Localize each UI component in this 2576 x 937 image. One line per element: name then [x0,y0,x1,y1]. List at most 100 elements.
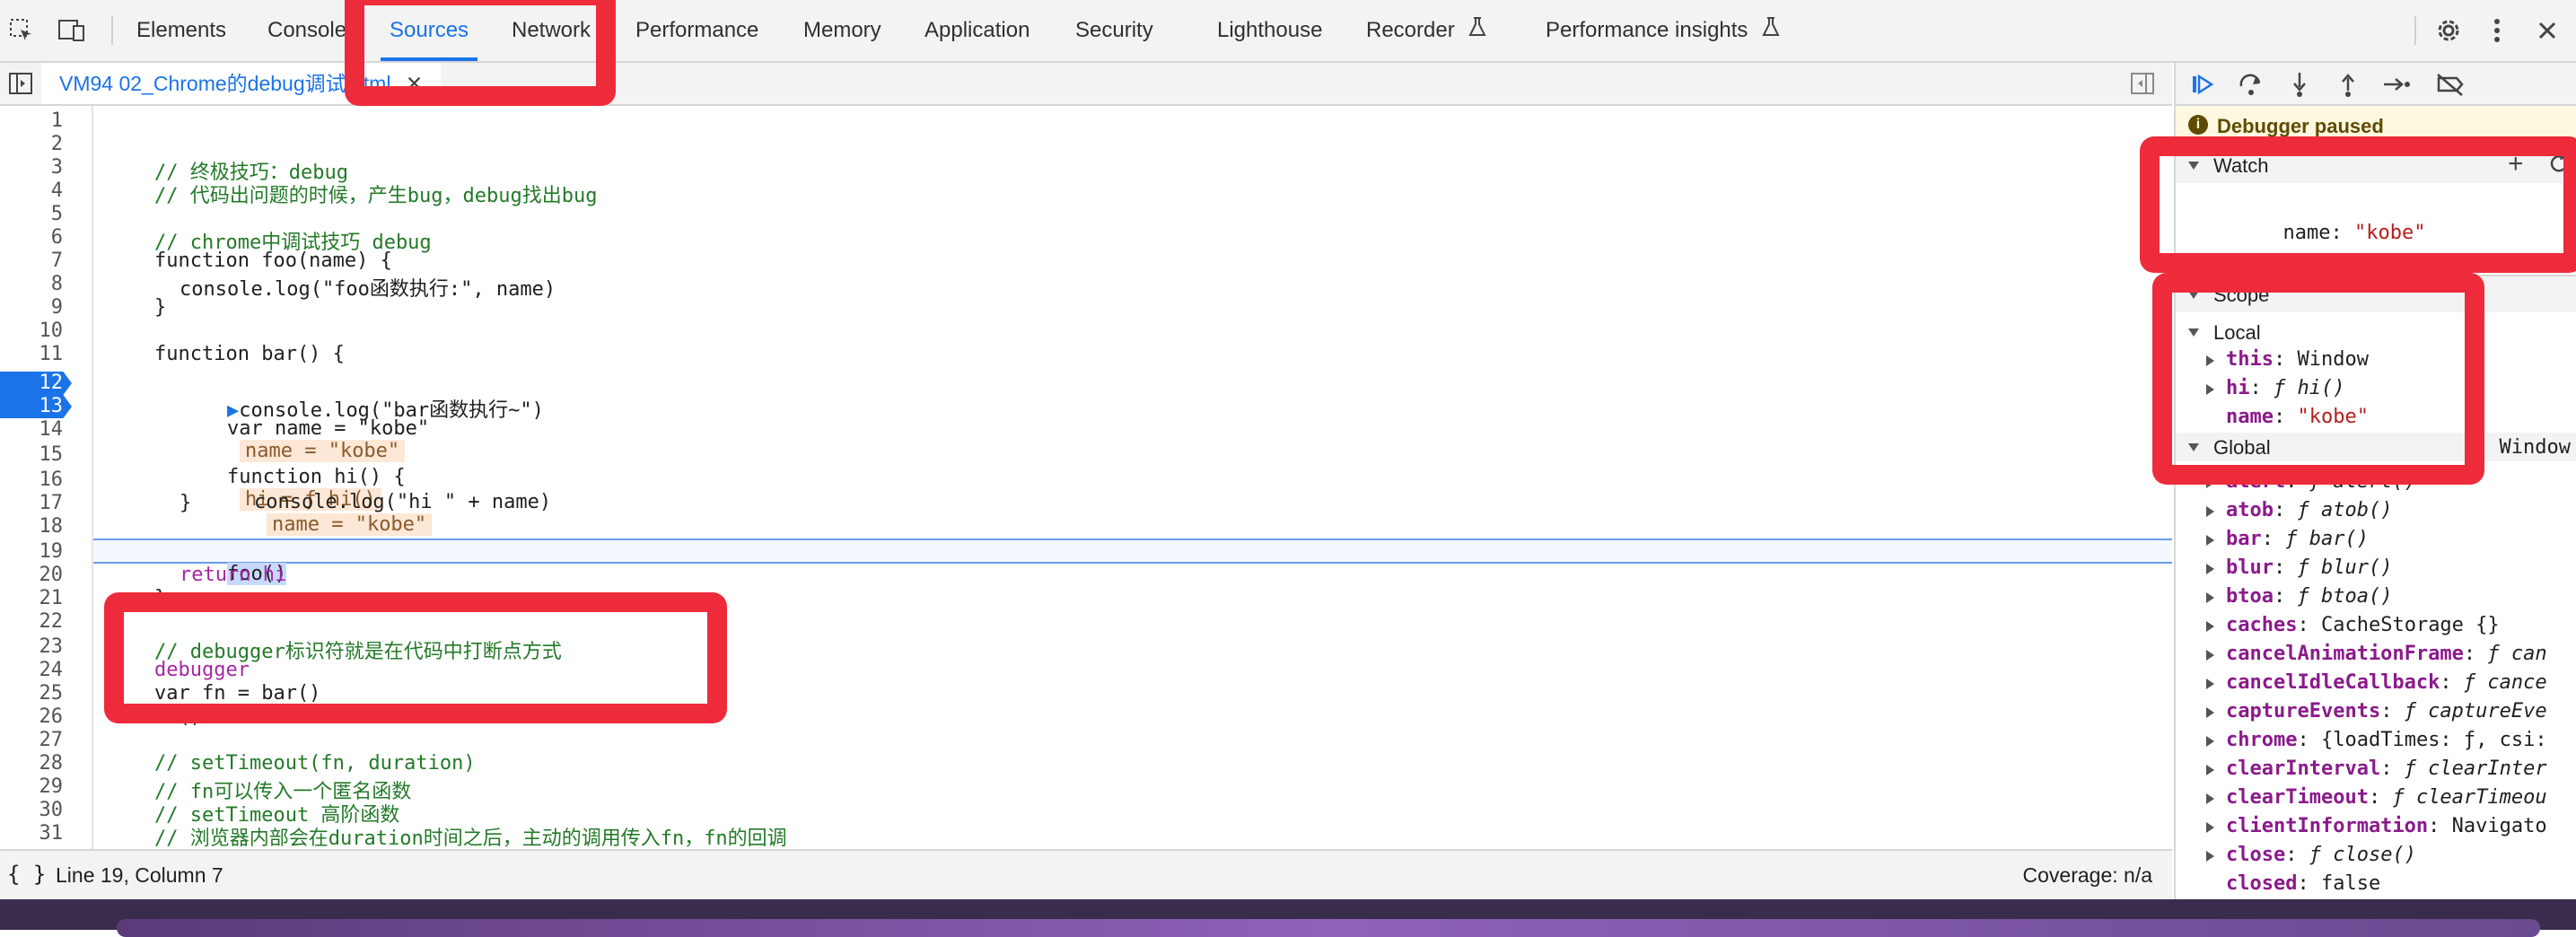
tab-security[interactable]: Security [1075,0,1153,61]
property-value: ƒ close() [2309,844,2416,866]
tab-recorder[interactable]: Recorder [1366,0,1487,61]
scope-property[interactable]: caches: CacheStorage {} [2176,612,2576,641]
scope-property[interactable]: chrome: {loadTimes: ƒ, csi: [2176,727,2576,756]
line-number[interactable]: 11 [39,343,64,366]
coverage-status[interactable]: Coverage: n/a [2023,863,2152,888]
annotation-box-scope [2152,273,2484,485]
scope-property[interactable]: clearTimeout: ƒ clearTimeou [2176,784,2576,813]
tab-memory[interactable]: Memory [803,0,881,61]
line-number[interactable]: 18 [39,515,64,539]
scope-property[interactable]: captureEvents: ƒ captureEve [2176,698,2576,727]
step-out-icon[interactable] [2332,68,2364,101]
line-number[interactable]: 23 [39,635,64,659]
tab-elements[interactable]: Elements [136,0,226,61]
line-number[interactable]: 7 [51,250,63,273]
cursor-position: Line 19, Column 7 [56,863,223,887]
kebab-menu-icon[interactable] [2479,13,2515,48]
line-number[interactable]: 2 [51,133,63,156]
line-number[interactable]: 6 [51,226,63,250]
line-number[interactable]: 16 [39,468,64,492]
tab-performance[interactable]: Performance [635,0,758,61]
property-value: ƒ blur() [2297,556,2393,579]
line-number[interactable]: 27 [39,729,64,752]
deactivate-breakpoints-icon[interactable] [2434,68,2466,101]
line-number[interactable]: 8 [51,273,63,296]
tab-recorder-label: Recorder [1366,18,1455,42]
line-number[interactable]: 13 [39,395,64,418]
line-number[interactable]: 29 [39,775,64,799]
global-value: Window [2499,436,2571,459]
line-number[interactable]: 4 [51,180,63,203]
code-line: function foo(name) { [154,250,392,272]
dock-glow [117,919,2540,937]
pretty-print-icon[interactable]: { } [7,862,46,887]
line-number[interactable]: 24 [39,659,64,682]
scope-property[interactable]: close: ƒ close() [2176,842,2576,871]
device-toolbar-icon[interactable] [54,13,90,48]
expand-triangle-icon [2206,679,2214,689]
property-name: clearInterval [2226,757,2381,780]
scope-property[interactable]: cancelAnimationFrame: ƒ can [2176,641,2576,670]
line-number[interactable]: 12 [39,372,64,395]
info-icon: i [2188,115,2208,135]
line-number[interactable]: 3 [51,156,63,180]
line-number[interactable]: 20 [39,564,64,587]
expand-triangle-icon [2206,564,2214,574]
line-number[interactable]: 1 [51,109,63,133]
inspect-icon[interactable] [4,13,39,48]
tab-console[interactable]: Console [267,0,346,61]
line-number[interactable]: 30 [39,799,64,822]
settings-icon[interactable] [2431,13,2466,48]
tab-performance-insights[interactable]: Performance insights [1546,0,1781,61]
property-value: CacheStorage {} [2320,614,2500,636]
current-execution-line [93,539,2172,564]
property-value: ƒ captureEve [2404,700,2547,722]
expand-triangle-icon [2206,707,2214,718]
resume-icon[interactable] [2186,68,2219,101]
desktop-background [0,899,2576,937]
line-number[interactable]: 21 [39,587,64,610]
line-number[interactable]: 22 [39,610,64,634]
scope-property[interactable]: clientInformation: Navigato [2176,813,2576,842]
code-editor[interactable]: 1 2 3 4 5 6 7 8 9 10 11 12 13 14 15 16 1… [0,106,2172,849]
expand-triangle-icon [2206,851,2214,862]
editor-statusbar: { } Line 19, Column 7 Coverage: n/a [0,849,2172,901]
scope-property[interactable]: closed: false [2176,871,2576,899]
line-number[interactable]: 14 [39,418,64,442]
scope-property[interactable]: bar: ƒ bar() [2176,526,2576,555]
property-name: close [2226,844,2286,866]
expand-triangle-icon [2206,592,2214,603]
property-value: ƒ atob() [2297,499,2393,521]
inline-value: name = "kobe" [266,513,433,536]
line-number[interactable]: 19 [39,540,64,564]
scope-property[interactable]: blur: ƒ blur() [2176,555,2576,583]
tab-application[interactable]: Application [924,0,1030,61]
sidebar-toggle-icon[interactable] [7,70,34,97]
line-number[interactable]: 25 [39,682,64,705]
line-number[interactable]: 26 [39,705,64,729]
expand-triangle-icon [2206,506,2214,517]
scope-property[interactable]: cancelIdleCallback: ƒ cance [2176,670,2576,698]
expand-triangle-icon [2206,793,2214,804]
step-over-icon[interactable] [2235,68,2267,101]
line-number[interactable]: 9 [51,296,63,320]
step-icon[interactable] [2380,68,2413,101]
line-number[interactable]: 15 [39,443,64,467]
line-number[interactable]: 10 [39,320,64,343]
paused-label: Debugger paused [2217,115,2384,137]
code-line: // 浏览器内部会在duration时间之后，主动的调用传入fn，fn的回调 [154,828,787,849]
scope-property[interactable]: clearInterval: ƒ clearInter [2176,756,2576,784]
code-line: } [154,296,167,319]
line-number[interactable]: 5 [51,203,63,226]
expand-triangle-icon [2206,765,2214,775]
tab-lighthouse[interactable]: Lighthouse [1217,0,1322,61]
line-number[interactable]: 17 [39,492,64,515]
step-into-icon[interactable] [2283,68,2316,101]
line-number[interactable]: 31 [39,822,64,845]
scope-property[interactable]: btoa: ƒ btoa() [2176,583,2576,612]
toggle-debugger-sidebar-icon[interactable] [2129,70,2156,97]
scope-property[interactable]: atob: ƒ atob() [2176,497,2576,526]
code-line: return hi [180,564,287,586]
close-icon[interactable] [2529,13,2565,48]
line-number[interactable]: 28 [39,752,64,775]
